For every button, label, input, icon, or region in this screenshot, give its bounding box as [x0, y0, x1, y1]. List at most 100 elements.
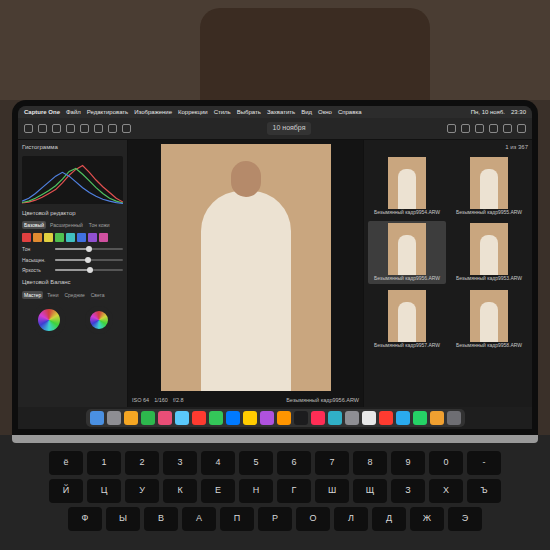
menu-item[interactable]: Вид — [301, 109, 312, 115]
keyboard-key[interactable]: Х — [429, 479, 463, 503]
color-wheel[interactable] — [32, 303, 66, 337]
app-icon[interactable] — [311, 411, 325, 425]
slider-track[interactable] — [55, 248, 123, 250]
keyboard-key[interactable]: Ш — [315, 479, 349, 503]
app-icon[interactable] — [226, 411, 240, 425]
tool-icon[interactable] — [447, 124, 456, 133]
keyboard-key[interactable]: 9 — [391, 451, 425, 475]
keyboard-key[interactable]: Ъ — [467, 479, 501, 503]
slider-knob[interactable] — [85, 257, 91, 263]
app-icon[interactable] — [260, 411, 274, 425]
app-icon[interactable] — [447, 411, 461, 425]
tool-icon[interactable] — [475, 124, 484, 133]
keyboard-key[interactable]: Ж — [410, 507, 444, 531]
keyboard-key[interactable]: У — [125, 479, 159, 503]
keyboard-key[interactable]: Г — [277, 479, 311, 503]
app-icon[interactable] — [328, 411, 342, 425]
app-icon[interactable] — [141, 411, 155, 425]
keyboard-key[interactable]: Е — [201, 479, 235, 503]
keyboard-key[interactable]: Л — [334, 507, 368, 531]
keyboard-key[interactable]: 0 — [429, 451, 463, 475]
keyboard-key[interactable]: О — [296, 507, 330, 531]
keyboard-key[interactable]: Ы — [106, 507, 140, 531]
keyboard-key[interactable]: З — [391, 479, 425, 503]
tool-icon[interactable] — [80, 124, 89, 133]
keyboard-key[interactable]: П — [220, 507, 254, 531]
color-swatch[interactable] — [77, 233, 86, 242]
balance-tab[interactable]: Мастер — [22, 291, 43, 299]
slider-knob[interactable] — [87, 267, 93, 273]
app-icon[interactable] — [396, 411, 410, 425]
menu-item[interactable]: Редактировать — [87, 109, 128, 115]
app-icon[interactable] — [294, 411, 308, 425]
keyboard-key[interactable]: ё — [49, 451, 83, 475]
keyboard-key[interactable]: Д — [372, 507, 406, 531]
app-icon[interactable] — [158, 411, 172, 425]
menu-item[interactable]: Окно — [318, 109, 332, 115]
app-icon[interactable] — [413, 411, 427, 425]
app-icon[interactable] — [345, 411, 359, 425]
app-icon[interactable] — [379, 411, 393, 425]
tool-icon[interactable] — [503, 124, 512, 133]
app-icon[interactable] — [362, 411, 376, 425]
keyboard-key[interactable]: 5 — [239, 451, 273, 475]
keyboard-key[interactable]: Ф — [68, 507, 102, 531]
app-icon[interactable] — [192, 411, 206, 425]
tool-icon[interactable] — [122, 124, 131, 133]
keyboard-key[interactable]: 7 — [315, 451, 349, 475]
thumbnail[interactable]: Безымянный кадр9955.ARW — [450, 155, 528, 218]
menu-item[interactable]: Файл — [66, 109, 81, 115]
menu-item[interactable]: Выбрать — [237, 109, 261, 115]
tool-icon[interactable] — [461, 124, 470, 133]
app-icon[interactable] — [209, 411, 223, 425]
keyboard-key[interactable]: Ц — [87, 479, 121, 503]
keyboard-key[interactable]: - — [467, 451, 501, 475]
app-icon[interactable] — [107, 411, 121, 425]
color-swatch[interactable] — [55, 233, 64, 242]
thumbnail[interactable]: Безымянный кадр9958.ARW — [450, 288, 528, 351]
keyboard-key[interactable]: 3 — [163, 451, 197, 475]
keyboard-key[interactable]: В — [144, 507, 178, 531]
color-swatch[interactable] — [66, 233, 75, 242]
color-swatch[interactable] — [33, 233, 42, 242]
app-icon[interactable] — [243, 411, 257, 425]
editor-tab[interactable]: Базовый — [22, 221, 46, 229]
color-swatch[interactable] — [22, 233, 31, 242]
color-wheel[interactable] — [85, 306, 113, 334]
app-icon[interactable] — [90, 411, 104, 425]
app-icon[interactable] — [124, 411, 138, 425]
tool-icon[interactable] — [66, 124, 75, 133]
slider-track[interactable] — [55, 259, 123, 261]
keyboard-key[interactable]: А — [182, 507, 216, 531]
tool-icon[interactable] — [24, 124, 33, 133]
app-name[interactable]: Capture One — [24, 109, 60, 115]
balance-tab[interactable]: Средние — [62, 291, 86, 299]
tool-icon[interactable] — [108, 124, 117, 133]
color-swatch[interactable] — [44, 233, 53, 242]
menu-item[interactable]: Справка — [338, 109, 362, 115]
keyboard-key[interactable]: Й — [49, 479, 83, 503]
slider-track[interactable] — [55, 269, 123, 271]
thumbnail[interactable]: Безымянный кадр9956.ARW — [368, 221, 446, 284]
tool-icon[interactable] — [517, 124, 526, 133]
app-icon[interactable] — [277, 411, 291, 425]
keyboard-key[interactable]: 1 — [87, 451, 121, 475]
tool-icon[interactable] — [38, 124, 47, 133]
keyboard-key[interactable]: 4 — [201, 451, 235, 475]
slider-knob[interactable] — [86, 246, 92, 252]
thumbnail[interactable]: Безымянный кадр9957.ARW — [368, 288, 446, 351]
tool-icon[interactable] — [489, 124, 498, 133]
tool-icon[interactable] — [52, 124, 61, 133]
color-swatch[interactable] — [88, 233, 97, 242]
keyboard-key[interactable]: 6 — [277, 451, 311, 475]
keyboard-key[interactable]: 8 — [353, 451, 387, 475]
color-swatch[interactable] — [99, 233, 108, 242]
keyboard-key[interactable]: К — [163, 479, 197, 503]
menu-item[interactable]: Захватить — [267, 109, 295, 115]
keyboard-key[interactable]: 2 — [125, 451, 159, 475]
app-icon[interactable] — [175, 411, 189, 425]
keyboard-key[interactable]: Р — [258, 507, 292, 531]
balance-tab[interactable]: Тени — [45, 291, 60, 299]
balance-tab[interactable]: Света — [89, 291, 107, 299]
keyboard-key[interactable]: Н — [239, 479, 273, 503]
